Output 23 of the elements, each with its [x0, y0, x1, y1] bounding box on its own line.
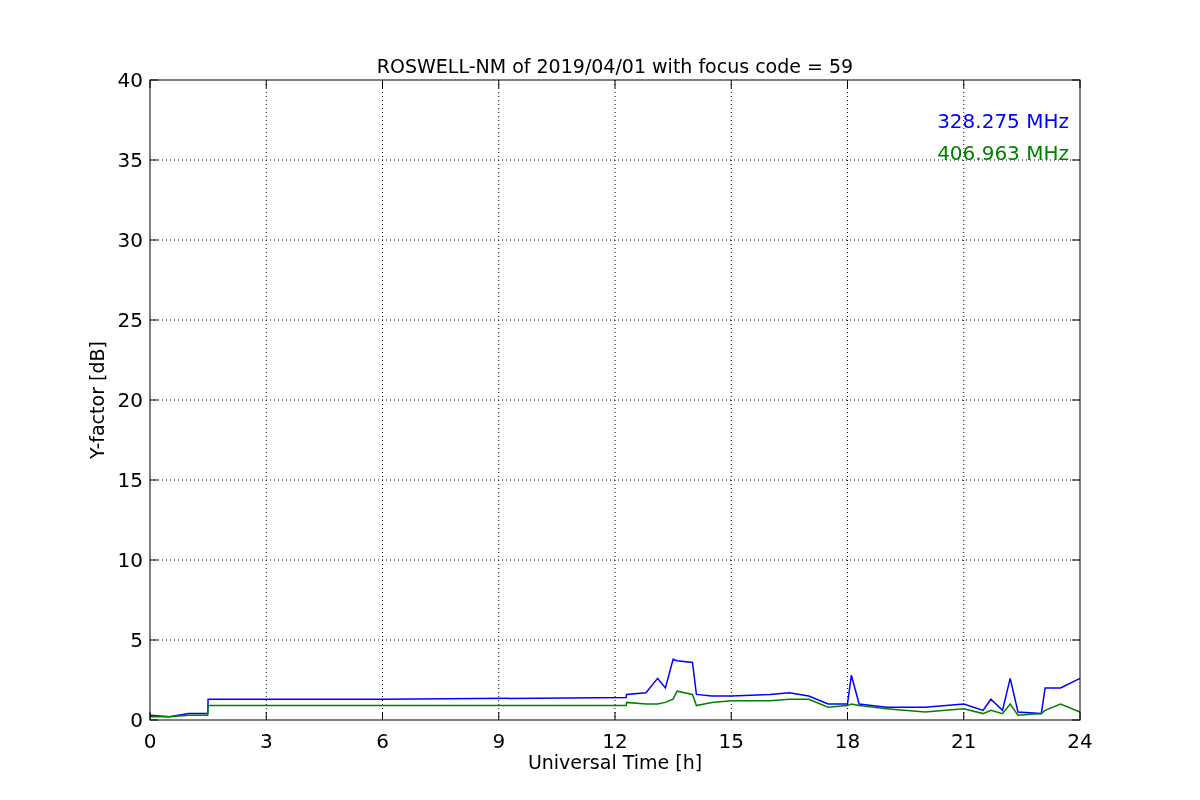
y-tick-label: 25	[117, 308, 143, 332]
x-tick-label: 15	[718, 729, 744, 753]
x-tick-label: 0	[143, 729, 157, 753]
y-tick-label: 30	[117, 228, 143, 252]
x-axis-label: Universal Time [h]	[527, 751, 703, 773]
y-tick-label: 0	[130, 708, 143, 732]
y-tick-label: 15	[117, 468, 143, 492]
x-tick-label: 12	[602, 729, 628, 753]
y-tick-label: 5	[130, 628, 143, 652]
y-tick-label: 20	[117, 388, 143, 412]
x-tick-label: 21	[951, 729, 977, 753]
y-tick-label: 10	[117, 548, 143, 572]
y-tick-label: 40	[117, 68, 143, 92]
chart-title: ROSWELL-NM of 2019/04/01 with focus code = 59	[376, 55, 854, 77]
legend-label: 328.275 MHz	[937, 109, 1069, 133]
x-tick-label: 6	[376, 729, 389, 753]
y-tick-label: 35	[117, 148, 143, 172]
legend-label: 406.963 MHz	[937, 141, 1069, 165]
y-axis-label: Y-factor [dB]	[86, 341, 108, 459]
x-tick-label: 24	[1067, 729, 1093, 753]
x-tick-label: 3	[259, 729, 273, 753]
x-tick-label: 9	[492, 729, 506, 753]
x-tick-label: 18	[834, 729, 861, 753]
